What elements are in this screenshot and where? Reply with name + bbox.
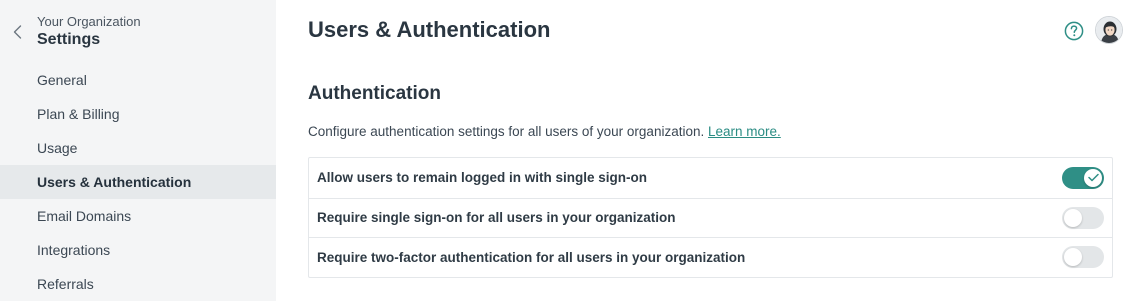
sidebar-item-users-authentication[interactable]: Users & Authentication (0, 165, 276, 199)
setting-label: Require single sign-on for all users in … (317, 210, 676, 226)
setting-label: Require two-factor authentication for al… (317, 249, 746, 265)
sidebar-item-usage[interactable]: Usage (0, 131, 276, 165)
learn-more-link[interactable]: Learn more. (708, 124, 781, 139)
setting-row: Require single sign-on for all users in … (309, 197, 1112, 238)
page-title: Users & Authentication (308, 17, 551, 42)
require-2fa-toggle[interactable] (1062, 246, 1104, 269)
toggle-knob (1084, 168, 1102, 187)
toggle-knob (1064, 208, 1082, 227)
description-text: Configure authentication settings for al… (308, 124, 705, 139)
sidebar-item-general[interactable]: General (0, 63, 276, 97)
toggle-knob (1064, 248, 1082, 267)
section-description: Configure authentication settings for al… (308, 124, 781, 139)
sidebar-item-integrations[interactable]: Integrations (0, 233, 276, 267)
sidebar-nav: General Plan & Billing Usage Users & Aut… (0, 63, 276, 301)
sso-remain-logged-in-toggle[interactable] (1062, 166, 1104, 189)
section-title: Authentication (308, 83, 441, 104)
main-content: Users & Authentication Authentication Co… (276, 0, 1129, 301)
settings-list: Allow users to remain logged in with sin… (308, 157, 1113, 278)
sidebar-item-plan-billing[interactable]: Plan & Billing (0, 97, 276, 131)
checkmark-icon (1087, 174, 1099, 182)
back-button[interactable] (8, 22, 26, 42)
sidebar-title: Settings (37, 31, 101, 48)
setting-row: Allow users to remain logged in with sin… (309, 158, 1112, 198)
setting-row: Require two-factor authentication for al… (309, 237, 1112, 277)
sidebar-item-referrals[interactable]: Referrals (0, 267, 276, 301)
require-sso-toggle[interactable] (1062, 206, 1104, 229)
user-avatar[interactable] (1095, 16, 1123, 44)
sidebar: Your Organization Settings General Plan … (0, 0, 276, 301)
chevron-left-icon (13, 25, 21, 39)
question-circle-icon (1064, 21, 1084, 41)
setting-label: Allow users to remain logged in with sin… (317, 170, 648, 186)
organization-name: Your Organization (37, 14, 141, 29)
avatar-image (1096, 17, 1122, 43)
help-button[interactable] (1064, 21, 1084, 41)
sidebar-item-email-domains[interactable]: Email Domains (0, 199, 276, 233)
